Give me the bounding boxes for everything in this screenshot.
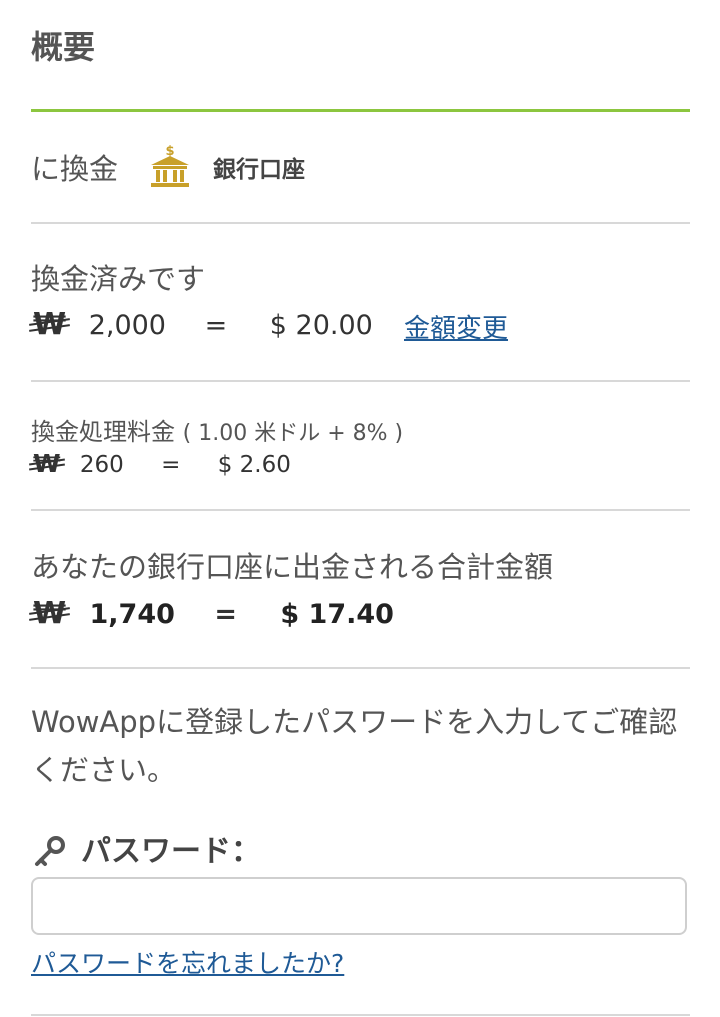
total-amount-row: ₩ 1,740 = $ 17.40	[29, 596, 394, 631]
fee-amount-row: ₩ 260 = $ 2.60	[29, 449, 291, 478]
bank-icon: $	[149, 143, 191, 189]
divider	[31, 667, 690, 669]
exchange-to-label: に換金	[31, 152, 119, 186]
won-amount: 260	[79, 452, 124, 478]
change-amount-link[interactable]: 金額変更	[404, 308, 508, 345]
equals-sign: =	[161, 452, 181, 478]
forgot-password-link[interactable]: パスワードを忘れましたか?	[31, 944, 344, 980]
bank-account-label: 銀行口座	[213, 157, 305, 183]
usd-amount: $ 20.00	[269, 310, 373, 341]
exchanged-amount-row: ₩ 2,000 = $ 20.00	[29, 307, 373, 342]
exchanged-label: 換金済みです	[31, 262, 206, 296]
fee-label: 換金処理料金	[31, 418, 175, 446]
divider	[31, 222, 690, 224]
confirm-instruction: WowAppに登録したパスワードを入力してご確認ください。	[31, 705, 678, 787]
won-icon: ₩	[29, 596, 71, 631]
title-divider	[31, 109, 690, 112]
won-icon: ₩	[29, 307, 71, 342]
key-icon	[33, 834, 67, 868]
usd-amount: $ 2.60	[217, 452, 291, 478]
fee-label-row: 換金処理料金 ( 1.00 米ドル + 8% )	[31, 412, 403, 447]
won-icon: ₩	[29, 449, 65, 478]
total-label: あなたの銀行口座に出金される合計金額	[31, 550, 554, 584]
usd-amount: $ 17.40	[280, 599, 394, 630]
divider	[31, 380, 690, 382]
equals-sign: =	[214, 599, 237, 630]
page-title: 概要	[31, 28, 96, 66]
equals-sign: =	[204, 310, 228, 341]
fee-note: ( 1.00 米ドル + 8% )	[182, 421, 404, 446]
password-label: パスワード：	[81, 834, 261, 869]
password-input[interactable]	[31, 877, 687, 935]
won-amount: 1,740	[89, 599, 175, 630]
divider	[31, 509, 690, 511]
won-amount: 2,000	[88, 310, 166, 341]
divider	[31, 1014, 690, 1016]
